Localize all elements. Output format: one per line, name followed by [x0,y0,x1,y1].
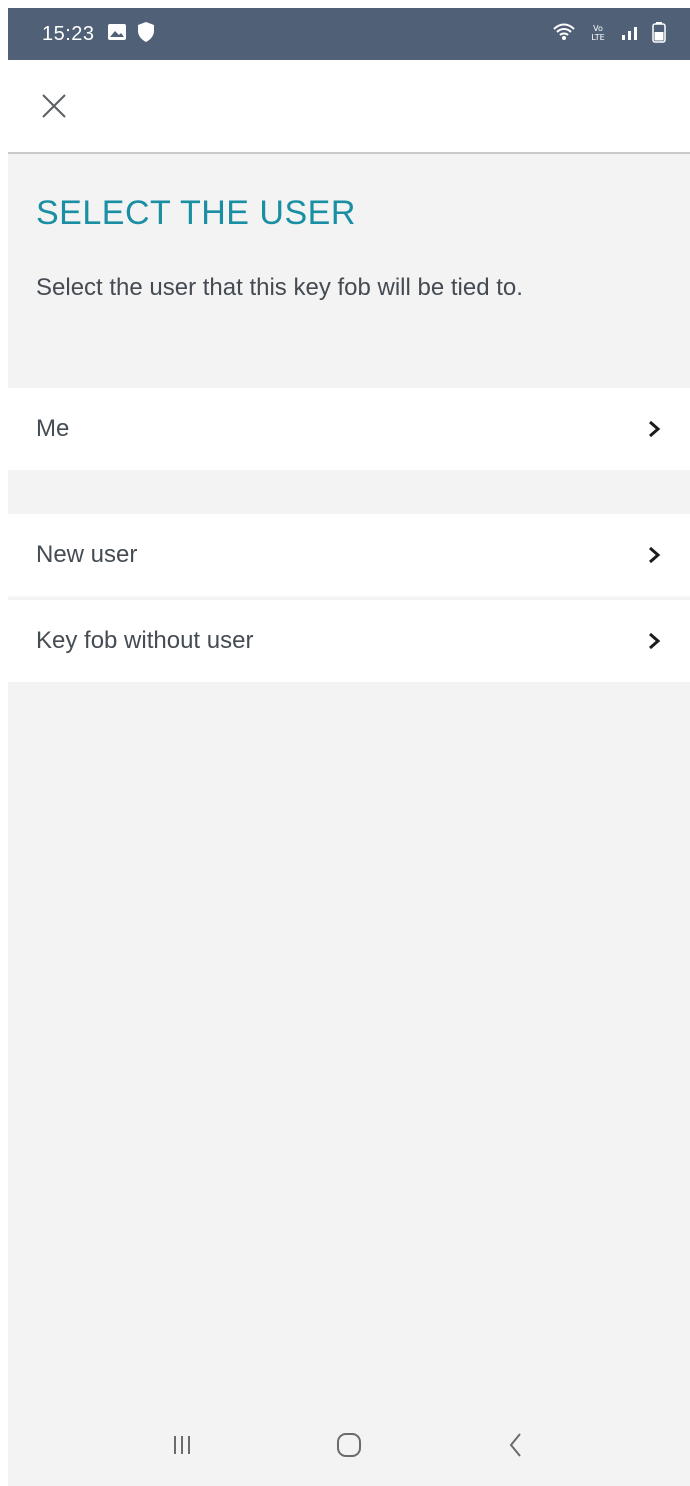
page-subtitle: Select the user that this key fob will b… [36,274,523,301]
close-button[interactable] [36,90,72,126]
battery-icon [652,21,666,48]
status-time: 15:23 [42,22,95,45]
back-icon [506,1431,526,1464]
option-me-label: Me [36,415,70,442]
volte-lte-icon: Vo LTE [586,22,610,47]
recents-icon [170,1433,194,1462]
home-button[interactable] [319,1422,379,1472]
option-new-user-label: New user [36,541,138,568]
signal-icon [620,23,642,46]
status-right-icons: Vo LTE [552,21,666,48]
close-icon [40,92,68,125]
svg-text:Vo: Vo [593,24,603,33]
shield-icon [137,21,155,48]
chevron-right-icon [646,631,662,651]
navigation-bar [8,1408,690,1486]
status-left-icons [107,21,155,48]
list-divider [8,596,690,598]
app-bar [8,60,690,154]
page-title: SELECT THE USER [36,194,356,232]
recents-button[interactable] [152,1422,212,1472]
wifi-icon [552,22,576,47]
svg-text:LTE: LTE [591,33,604,42]
chevron-right-icon [646,545,662,565]
chevron-right-icon [646,419,662,439]
gallery-icon [107,23,127,46]
option-new-user[interactable]: New user [8,514,690,596]
back-button[interactable] [486,1422,546,1472]
option-me[interactable]: Me [8,388,690,470]
home-icon [335,1431,363,1464]
option-key-fob-without-user-label: Key fob without user [36,627,254,654]
page-header: SELECT THE USER Select the user that thi… [8,156,690,386]
option-key-fob-without-user[interactable]: Key fob without user [8,600,690,682]
app-frame: 15:23 Vo LTE SELECT THE USER Select the … [8,8,690,1486]
status-bar: 15:23 Vo LTE [8,8,690,60]
